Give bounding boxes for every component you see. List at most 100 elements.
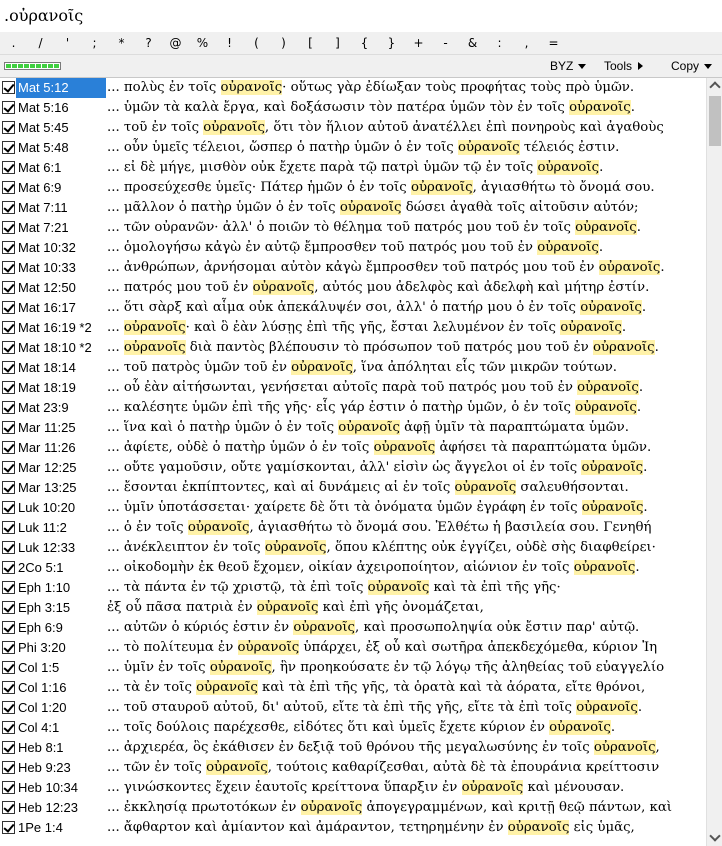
copy-menu[interactable]: Copy: [671, 55, 713, 77]
result-checkbox[interactable]: [2, 781, 15, 794]
verse-reference[interactable]: Col 4:1: [16, 718, 106, 738]
symbol-button[interactable]: =: [540, 33, 567, 53]
result-row[interactable]: Luk 12:33... ἀνέκλειπτον ἐν τοῖς οὐρανοῖ…: [0, 538, 706, 558]
verse-reference[interactable]: Eph 6:9: [16, 618, 106, 638]
verse-reference[interactable]: Mar 12:25: [16, 458, 106, 478]
result-row[interactable]: Mat 10:32... ὁμολογήσω κἀγὼ ἐν αὐτῷ ἔμπρ…: [0, 238, 706, 258]
verse-reference[interactable]: Mat 10:32: [16, 238, 106, 258]
verse-reference[interactable]: Mat 7:11: [16, 198, 106, 218]
result-row[interactable]: Mat 5:16... ὑμῶν τὰ καλὰ ἔργα, καὶ δοξάσ…: [0, 98, 706, 118]
result-checkbox[interactable]: [2, 421, 15, 434]
result-row[interactable]: 1Pe 1:4... ἄφθαρτον καὶ ἀμίαντον καὶ ἀμά…: [0, 818, 706, 838]
symbol-button[interactable]: ': [54, 33, 81, 53]
result-checkbox[interactable]: [2, 301, 15, 314]
verse-reference[interactable]: Heb 8:1: [16, 738, 106, 758]
result-checkbox[interactable]: [2, 501, 15, 514]
verse-reference[interactable]: 2Co 5:1: [16, 558, 106, 578]
result-checkbox[interactable]: [2, 321, 15, 334]
result-row[interactable]: Col 1:5... ὑμῖν ἐν τοῖς οὐρανοῖς, ἣν προ…: [0, 658, 706, 678]
verse-reference[interactable]: Mat 6:1: [16, 158, 106, 178]
result-checkbox[interactable]: [2, 281, 15, 294]
result-row[interactable]: Heb 8:1... ἀρχιερέα, ὃς ἐκάθισεν ἐν δεξι…: [0, 738, 706, 758]
verse-reference[interactable]: Heb 9:23: [16, 758, 106, 778]
search-input[interactable]: [2, 3, 706, 27]
symbol-button[interactable]: ,: [513, 33, 540, 53]
verse-reference[interactable]: Mat 7:21: [16, 218, 106, 238]
result-checkbox[interactable]: [2, 221, 15, 234]
result-checkbox[interactable]: [2, 621, 15, 634]
result-checkbox[interactable]: [2, 401, 15, 414]
result-row[interactable]: Mat 12:50... πατρός μου τοῦ ἐν οὐρανοῖς,…: [0, 278, 706, 298]
symbol-button[interactable]: [: [297, 33, 324, 53]
result-row[interactable]: Eph 3:15 ἐξ οὗ πᾶσα πατριὰ ἐν οὐρανοῖς κα…: [0, 598, 706, 618]
result-row[interactable]: Heb 12:23... ἐκκλησίᾳ πρωτοτόκων ἐν οὐρα…: [0, 798, 706, 818]
verse-reference[interactable]: 1Pe 1:4: [16, 818, 106, 838]
symbol-button[interactable]: ]: [324, 33, 351, 53]
tools-menu[interactable]: Tools: [604, 55, 644, 77]
result-checkbox[interactable]: [2, 661, 15, 674]
result-row[interactable]: Mar 12:25... οὔτε γαμοῦσιν, οὔτε γαμίσκο…: [0, 458, 706, 478]
result-row[interactable]: Luk 11:2... ὁ ἐν τοῖς οὐρανοῖς, ἁγιασθήτ…: [0, 518, 706, 538]
result-checkbox[interactable]: [2, 801, 15, 814]
result-checkbox[interactable]: [2, 721, 15, 734]
symbol-button[interactable]: !: [216, 33, 243, 53]
symbol-button[interactable]: /: [27, 33, 54, 53]
result-checkbox[interactable]: [2, 241, 15, 254]
verse-reference[interactable]: Mat 12:50: [16, 278, 106, 298]
result-checkbox[interactable]: [2, 381, 15, 394]
result-row[interactable]: Mat 23:9... καλέσητε ὑμῶν ἐπὶ τῆς γῆς· ε…: [0, 398, 706, 418]
result-row[interactable]: Col 4:1... τοῖς δούλοις παρέχεσθε, εἰδότ…: [0, 718, 706, 738]
result-checkbox[interactable]: [2, 141, 15, 154]
result-checkbox[interactable]: [2, 601, 15, 614]
result-checkbox[interactable]: [2, 581, 15, 594]
result-row[interactable]: Eph 6:9... αὐτῶν ὁ κύριός ἐστιν ἐν οὐραν…: [0, 618, 706, 638]
result-checkbox[interactable]: [2, 441, 15, 454]
symbol-button[interactable]: {: [351, 33, 378, 53]
version-dropdown[interactable]: BYZ: [550, 55, 587, 77]
scroll-thumb[interactable]: [709, 96, 721, 146]
result-row[interactable]: Luk 10:20... ὑμῖν ὑποτάσσεται· χαίρετε δ…: [0, 498, 706, 518]
scroll-down-icon[interactable]: [707, 830, 722, 846]
verse-reference[interactable]: Mat 18:14: [16, 358, 106, 378]
symbol-button[interactable]: ): [270, 33, 297, 53]
result-row[interactable]: Heb 10:34... γινώσκοντες ἔχειν ἑαυτοῖς κ…: [0, 778, 706, 798]
result-row[interactable]: Mat 16:19 *2... οὐρανοῖς· καὶ ὃ ἐὰν λύσῃ…: [0, 318, 706, 338]
verse-reference[interactable]: Col 1:20: [16, 698, 106, 718]
result-row[interactable]: Mar 13:25... ἔσονται ἐκπίπτοντες, καὶ αἱ…: [0, 478, 706, 498]
result-row[interactable]: Mar 11:25... ἵνα καὶ ὁ πατὴρ ὑμῶν ὁ ἐν τ…: [0, 418, 706, 438]
verse-reference[interactable]: Mat 18:19: [16, 378, 106, 398]
symbol-button[interactable]: -: [432, 33, 459, 53]
symbol-button[interactable]: (: [243, 33, 270, 53]
vertical-scrollbar[interactable]: [706, 78, 722, 846]
verse-reference[interactable]: Mat 5:12: [16, 78, 106, 98]
result-row[interactable]: Mar 11:26... ἀφίετε, οὐδὲ ὁ πατὴρ ὑμῶν ὁ…: [0, 438, 706, 458]
verse-reference[interactable]: Mar 11:26: [16, 438, 106, 458]
verse-reference[interactable]: Eph 1:10: [16, 578, 106, 598]
result-row[interactable]: Mat 18:14... τοῦ πατρὸς ὑμῶν τοῦ ἐν οὐρα…: [0, 358, 706, 378]
result-row[interactable]: Heb 9:23... τῶν ἐν τοῖς οὐρανοῖς, τούτοι…: [0, 758, 706, 778]
verse-reference[interactable]: Mat 5:16: [16, 98, 106, 118]
verse-reference[interactable]: Mat 16:19 *2: [16, 318, 106, 338]
verse-reference[interactable]: Luk 12:33: [16, 538, 106, 558]
result-checkbox[interactable]: [2, 541, 15, 554]
result-checkbox[interactable]: [2, 201, 15, 214]
verse-reference[interactable]: Luk 11:2: [16, 518, 106, 538]
result-checkbox[interactable]: [2, 481, 15, 494]
result-checkbox[interactable]: [2, 361, 15, 374]
symbol-button[interactable]: *: [108, 33, 135, 53]
result-checkbox[interactable]: [2, 561, 15, 574]
result-checkbox[interactable]: [2, 681, 15, 694]
result-row[interactable]: Mat 16:17... ὅτι σὰρξ καὶ αἷμα οὐκ ἀπεκά…: [0, 298, 706, 318]
result-row[interactable]: Mat 10:33... ἀνθρώπων, ἀρνήσομαι αὐτὸν κ…: [0, 258, 706, 278]
symbol-button[interactable]: .: [0, 33, 27, 53]
verse-reference[interactable]: Mat 5:48: [16, 138, 106, 158]
result-checkbox[interactable]: [2, 741, 15, 754]
result-row[interactable]: 2Co 5:1... οἰκοδομὴν ἐκ θεοῦ ἔχομεν, οἰκ…: [0, 558, 706, 578]
result-row[interactable]: Mat 5:48... οὖν ὑμεῖς τέλειοι, ὥσπερ ὁ π…: [0, 138, 706, 158]
verse-reference[interactable]: Heb 10:34: [16, 778, 106, 798]
scroll-up-icon[interactable]: [707, 78, 722, 94]
result-row[interactable]: Mat 7:11... μᾶλλον ὁ πατὴρ ὑμῶν ὁ ἐν τοῖ…: [0, 198, 706, 218]
result-row[interactable]: Col 1:16... τὰ ἐν τοῖς οὐρανοῖς καὶ τὰ ἐ…: [0, 678, 706, 698]
verse-reference[interactable]: Mat 23:9: [16, 398, 106, 418]
verse-reference[interactable]: Mat 16:17: [16, 298, 106, 318]
